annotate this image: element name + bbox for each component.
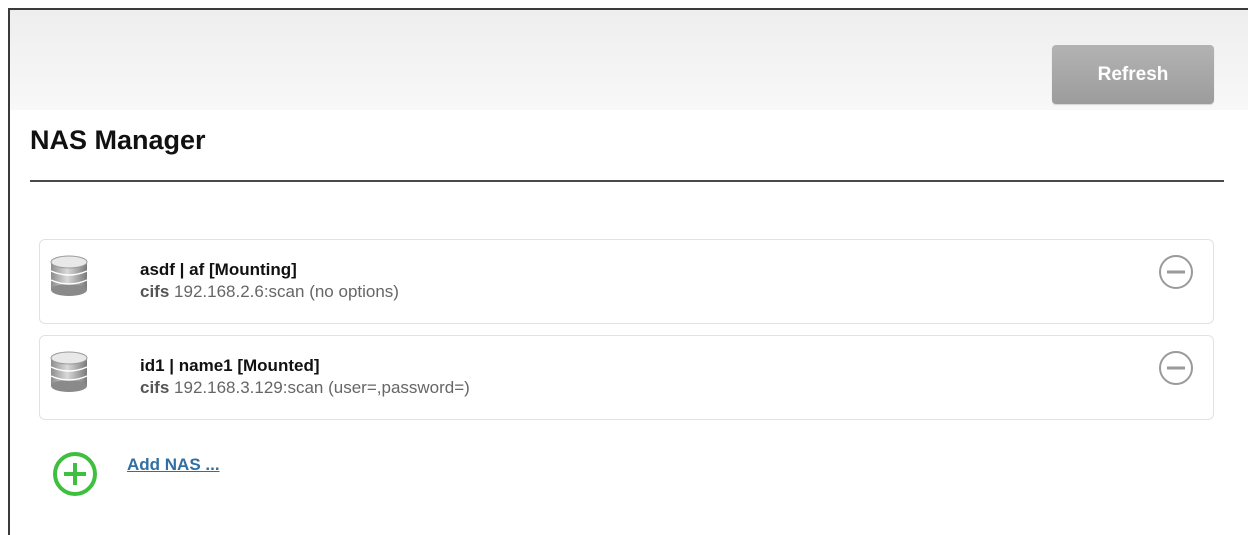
remove-icon[interactable]	[1157, 349, 1195, 387]
window-top-border	[8, 8, 1248, 10]
title-divider	[30, 180, 1224, 182]
nas-item-title: asdf | af [Mounting]	[140, 260, 297, 279]
nas-item-title: id1 | name1 [Mounted]	[140, 356, 320, 375]
remove-icon[interactable]	[1157, 253, 1195, 291]
nas-item-detail: cifs 192.168.2.6:scan (no options)	[140, 282, 399, 302]
nas-item-fs-type: cifs	[140, 378, 170, 397]
window-left-border	[8, 8, 10, 535]
add-nas-link[interactable]: Add NAS ...	[127, 455, 220, 475]
nas-item-detail: cifs 192.168.3.129:scan (user=,password=…	[140, 378, 470, 398]
page-title: NAS Manager	[30, 125, 206, 155]
refresh-button[interactable]: Refresh	[1052, 45, 1214, 104]
nas-item-path: 192.168.2.6:scan (no options)	[174, 282, 399, 301]
database-icon	[50, 351, 88, 392]
nas-item-path: 192.168.3.129:scan (user=,password=)	[174, 378, 470, 397]
nas-item-fs-type: cifs	[140, 282, 170, 301]
nas-list-item: asdf | af [Mounting] cifs 192.168.2.6:sc…	[39, 239, 1214, 324]
nas-manager-window: Refresh NAS Manager asdf | af [Mounting]…	[0, 0, 1248, 535]
add-icon[interactable]	[51, 450, 99, 498]
database-icon	[50, 255, 88, 296]
nas-list-item: id1 | name1 [Mounted] cifs 192.168.3.129…	[39, 335, 1214, 420]
